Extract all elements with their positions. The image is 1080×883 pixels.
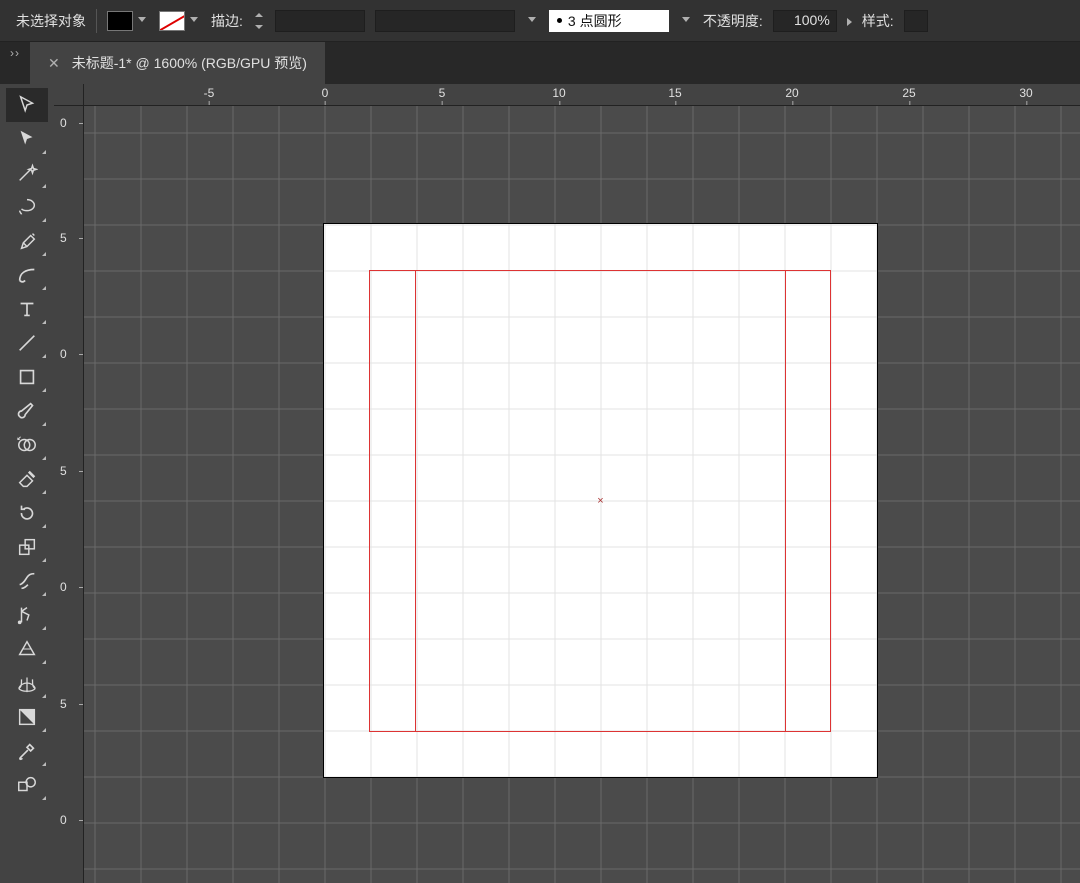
ruler-origin[interactable] [54,84,84,106]
workspace: -5 0 5 10 15 20 25 30 0 5 0 5 0 5 0 × [54,84,1080,883]
tools-panel [0,84,54,883]
blend-tool[interactable] [6,768,48,802]
fill-swatch-dropdown[interactable] [107,10,149,32]
vertical-ruler[interactable]: 0 5 0 5 0 5 0 [54,106,84,883]
stroke-weight-stepper[interactable] [253,10,265,32]
gradient-tool[interactable] [6,700,48,734]
ruler-tick: 30 [1019,86,1032,100]
artboard[interactable]: × [324,224,877,777]
magic-wand-tool[interactable] [6,156,48,190]
close-tab-icon[interactable]: ✕ [48,55,60,72]
rectangle-tool[interactable] [6,360,48,394]
artboard-center-mark-icon: × [597,495,603,507]
ruler-tick: -5 [204,86,215,100]
ruler-tick: 0 [60,116,67,130]
eyedropper-tool[interactable] [6,734,48,768]
line-tool[interactable] [6,326,48,360]
canvas-viewport[interactable]: × [84,106,1080,883]
style-label: 样式: [862,11,894,31]
direct-selection-tool[interactable] [6,122,48,156]
brush-definition-dropdown[interactable] [375,10,515,32]
chevron-right-icon [847,13,852,29]
separator [96,9,97,33]
ruler-tick: 5 [60,697,67,711]
shape-builder-tool[interactable] [6,428,48,462]
chevron-down-icon [679,14,693,28]
chevron-down-icon [135,14,149,28]
scale-tool[interactable] [6,530,48,564]
type-tool[interactable] [6,292,48,326]
lasso-tool[interactable] [6,190,48,224]
ruler-tick: 0 [60,347,67,361]
ruler-tick: 5 [60,464,67,478]
stroke-swatch-none-icon [159,11,185,31]
opacity-input[interactable]: 100% [773,10,837,32]
free-transform-tool[interactable] [6,632,48,666]
stroke-label: 描边: [211,11,243,31]
document-tab-title: 未标题-1* @ 1600% (RGB/GPU 预览) [72,53,307,73]
ruler-tick: 0 [60,813,67,827]
paintbrush-tool[interactable] [6,394,48,428]
chevron-down-icon [187,14,201,28]
ruler-tick: 5 [439,86,446,100]
ruler-tick: 5 [60,231,67,245]
document-tab[interactable]: ✕ 未标题-1* @ 1600% (RGB/GPU 预览) [30,42,325,84]
ruler-tick: 25 [902,86,915,100]
horizontal-ruler[interactable]: -5 0 5 10 15 20 25 30 [84,84,1080,106]
fill-swatch-icon [107,11,133,31]
width-tool[interactable] [6,564,48,598]
stroke-weight-input[interactable] [275,10,365,32]
selection-tool[interactable] [6,88,48,122]
chevron-down-icon [525,14,539,28]
opacity-label: 不透明度: [703,11,763,31]
puppet-warp-tool[interactable] [6,598,48,632]
perspective-grid-tool[interactable] [6,666,48,700]
rotate-tool[interactable] [6,496,48,530]
ruler-tick: 0 [60,580,67,594]
eraser-tool[interactable] [6,462,48,496]
stroke-profile-text: 3 点圆形 [568,11,622,31]
options-bar: 未选择对象 描边: 3 点圆形 不透明度: 100% 样式: [0,0,1080,42]
profile-dot-icon [557,18,562,23]
ruler-tick: 10 [552,86,565,100]
document-tab-bar: ›› ✕ 未标题-1* @ 1600% (RGB/GPU 预览) [0,42,1080,84]
selection-status: 未选择对象 [16,11,86,31]
ruler-tick: 20 [785,86,798,100]
collapse-panels-handle[interactable]: ›› [0,42,30,84]
curvature-tool[interactable] [6,258,48,292]
stroke-swatch-dropdown[interactable] [159,10,201,32]
ruler-tick: 15 [668,86,681,100]
pen-tool[interactable] [6,224,48,258]
stroke-profile-dropdown[interactable]: 3 点圆形 [549,10,669,32]
graphic-style-dropdown[interactable] [904,10,928,32]
ruler-tick: 0 [322,86,329,100]
